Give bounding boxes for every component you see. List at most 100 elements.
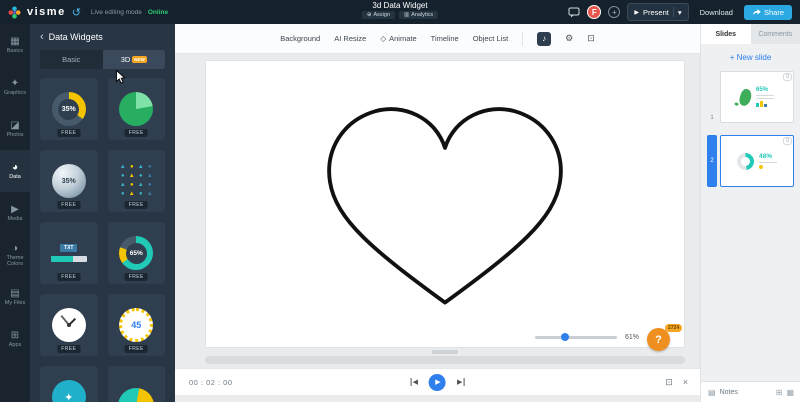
text-line xyxy=(756,98,774,99)
download-button[interactable]: Download xyxy=(696,5,737,20)
heart-shape[interactable] xyxy=(290,88,600,320)
timeline-scrubber[interactable] xyxy=(205,356,685,364)
sidebar-item-my-files[interactable]: ▤ My Files xyxy=(0,276,30,318)
free-badge: FREE xyxy=(124,345,148,353)
slide-list: 1 0 65% 2 0 48% xyxy=(701,69,800,201)
music-icon[interactable]: ♪ xyxy=(537,31,552,46)
analytics-icon: ▥ xyxy=(403,12,410,18)
sidebar-item-photos[interactable]: ◪ Photos xyxy=(0,108,30,150)
diamond-icon: ◇ xyxy=(380,34,387,43)
widget-donut-gauge[interactable]: 35% FREE xyxy=(40,78,98,140)
tab-3d-label: 3D xyxy=(120,55,131,64)
chevron-down-icon[interactable]: ▾ xyxy=(678,8,682,17)
sidebar-item-basics[interactable]: ▦ Basics xyxy=(0,24,30,66)
sidebar-item-graphics[interactable]: ✦ Graphics xyxy=(0,66,30,108)
play-icon: ▶ xyxy=(634,9,639,16)
undo-icon[interactable]: ↺ xyxy=(72,6,81,19)
frame-icon[interactable]: ⊡ xyxy=(587,33,595,44)
free-badge: FREE xyxy=(57,273,81,281)
widget-clock[interactable]: FREE xyxy=(40,294,98,356)
sidebar-item-data[interactable]: ◕ Data xyxy=(0,150,30,192)
slide-canvas[interactable] xyxy=(205,60,685,348)
timecode: 00 : 02 : 00 xyxy=(189,377,233,387)
skip-back-icon[interactable]: ◀ xyxy=(410,378,418,386)
tab-comments[interactable]: Comments xyxy=(751,24,800,44)
sidebar-item-media[interactable]: ▶ Media xyxy=(0,192,30,234)
zoom-slider[interactable] xyxy=(535,333,617,341)
mini-bar-chart xyxy=(756,101,767,107)
object-list-button[interactable]: Object List xyxy=(473,34,508,43)
slide-number-selected[interactable]: 2 xyxy=(707,135,717,187)
free-badge: FREE xyxy=(124,129,148,137)
toolbar-divider xyxy=(522,31,524,46)
canvas-toolbar: Background AI Resize ◇ Animate Timeline O… xyxy=(175,24,700,54)
topbar-left: visme ↺ Live editing mode Online xyxy=(8,6,168,19)
playback-controls-bar: 00 : 02 : 00 ◀ ▶ ▶ ⊡ × xyxy=(175,368,700,395)
skip-forward-icon[interactable]: ▶ xyxy=(457,378,465,386)
present-button[interactable]: ▶ Present ▾ xyxy=(627,3,689,21)
add-member-button[interactable]: + xyxy=(608,6,621,18)
list-view-icon[interactable]: ▦ xyxy=(786,388,794,397)
slide-number[interactable]: 1 xyxy=(707,71,717,123)
gear-icon[interactable]: ⚙ xyxy=(565,33,573,44)
divider xyxy=(672,7,674,17)
tab-basic[interactable]: Basic xyxy=(40,50,103,69)
assign-button[interactable]: ⊕ Assign xyxy=(361,11,395,19)
tab-slides[interactable]: Slides xyxy=(701,24,751,44)
animate-button[interactable]: ◇ Animate xyxy=(380,34,416,43)
online-status: Online xyxy=(147,8,169,16)
assign-icon: ⊕ xyxy=(366,12,372,18)
sidebar-item-theme-colors[interactable]: ◑ Theme Colors xyxy=(0,234,30,276)
sidebar-item-label: Data xyxy=(9,173,21,180)
widget-speedometer[interactable] xyxy=(107,366,165,402)
stat-percent: 48% xyxy=(759,153,773,160)
stat-percent: 65% xyxy=(756,87,769,93)
notes-label[interactable]: Notes xyxy=(720,389,738,396)
new-badge: NEW xyxy=(132,56,147,63)
folder-icon: ▤ xyxy=(10,287,20,299)
sidebar-item-label: Media xyxy=(7,215,23,222)
timeline-button[interactable]: Timeline xyxy=(431,34,459,43)
back-chevron-icon[interactable]: ‹ xyxy=(40,31,44,43)
clock-preview xyxy=(51,308,86,342)
panel-tabs: Basic 3D NEW xyxy=(40,50,165,69)
close-icon[interactable]: × xyxy=(683,377,688,387)
widget-sphere-gauge[interactable]: 35% FREE xyxy=(40,150,98,212)
sidebar-item-label: Basics xyxy=(6,47,24,54)
analytics-label: Analytics xyxy=(411,12,434,18)
play-button[interactable]: ▶ xyxy=(429,373,446,391)
widget-donut-gauge-teal[interactable]: 65% FREE xyxy=(107,222,165,284)
sidebar-item-label: My Files xyxy=(4,299,26,306)
ai-resize-button[interactable]: AI Resize xyxy=(334,34,366,43)
widget-pie-chart[interactable]: FREE xyxy=(107,78,165,140)
workspace: Background AI Resize ◇ Animate Timeline O… xyxy=(175,24,700,402)
brand-logo-text[interactable]: visme xyxy=(27,6,66,18)
tab-3d[interactable]: 3D NEW xyxy=(102,50,165,69)
pie-icon: ◕ xyxy=(11,161,19,173)
export-frame-icon[interactable]: ⊡ xyxy=(665,377,673,388)
widget-progress-bar[interactable]: TXT FREE xyxy=(40,222,98,284)
widget-value: 35% xyxy=(58,98,80,120)
document-title[interactable]: 3d Data Widget xyxy=(372,1,427,10)
widget-compass[interactable]: ✦ xyxy=(40,366,98,402)
share-button[interactable]: Share xyxy=(743,4,792,20)
slide1-stats: 65% xyxy=(756,87,774,107)
palette-icon: ◑ xyxy=(11,242,19,254)
analytics-button[interactable]: ▥ Analytics xyxy=(398,11,439,19)
avatar[interactable]: F xyxy=(587,5,602,19)
new-slide-button[interactable]: + New slide xyxy=(701,44,800,69)
zoom-control: 61% xyxy=(535,333,639,341)
slide-thumbnail-2-selected[interactable]: 0 48% xyxy=(720,135,794,187)
dotted-number-preview: 45 xyxy=(119,308,154,342)
object-list-label: Object List xyxy=(472,34,509,43)
grid-icon: ▦ xyxy=(10,35,20,47)
slide-thumbnail-1[interactable]: 0 65% xyxy=(720,71,794,123)
widget-dotted-number[interactable]: 45 FREE xyxy=(107,294,165,356)
chat-icon[interactable] xyxy=(568,7,580,18)
playback-right: ⊡ × xyxy=(665,377,688,388)
right-panel-tabs: Slides Comments xyxy=(701,24,800,44)
sidebar-item-apps[interactable]: ⊞ Apps xyxy=(0,318,30,360)
grid-view-icon[interactable]: ⊞ xyxy=(776,388,783,397)
background-button[interactable]: Background xyxy=(280,34,320,43)
widget-shape-array[interactable]: ▲ ● ▲ ● ● ▲ ● ▲ ▲ ● ▲ ● ● ▲ ● ▲ FREE xyxy=(107,150,165,212)
